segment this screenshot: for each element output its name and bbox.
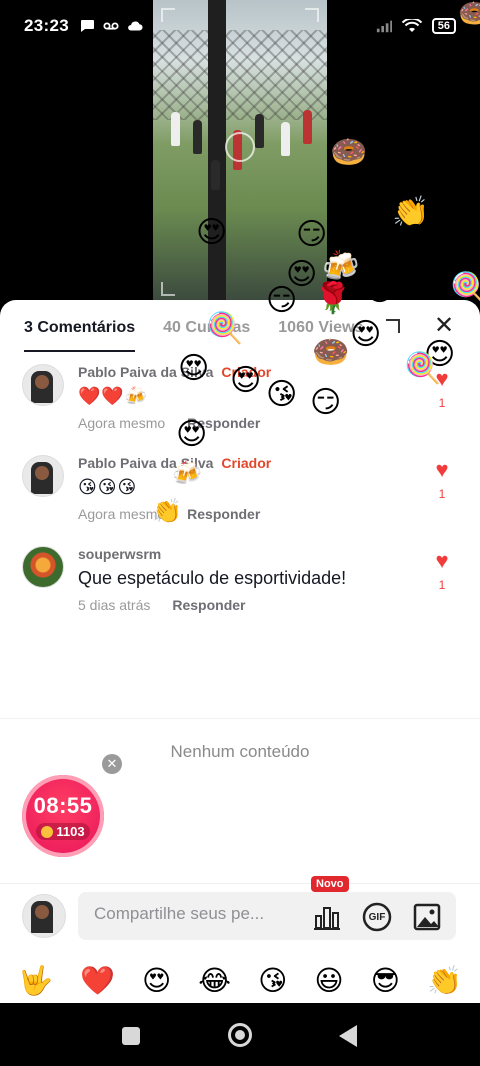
avatar[interactable]: [22, 364, 64, 406]
comment-item: Pablo Paiva da Silva Criador ❤️❤️🍻 Agora…: [22, 364, 462, 444]
emoji-option[interactable]: 👏: [427, 967, 462, 995]
heart-icon: ♥: [435, 548, 449, 573]
wifi-icon: [401, 19, 422, 32]
donut-emoji-icon: 🍩: [330, 136, 368, 169]
status-time: 23:23: [24, 16, 69, 35]
creator-badge: Criador: [221, 455, 272, 471]
voicemail-icon: [103, 22, 119, 30]
comment-input-box[interactable]: GIF: [78, 892, 456, 940]
home-button[interactable]: [228, 1023, 252, 1047]
emoji-option[interactable]: 🤟: [18, 967, 53, 995]
tab-views[interactable]: 1060 Views: [278, 300, 363, 354]
emoji-option[interactable]: 😍: [142, 967, 171, 995]
timer-close-button[interactable]: ✕: [102, 754, 122, 774]
comment-author-row: souperwsrm: [78, 546, 418, 562]
tab-comments[interactable]: 3 Comentários: [24, 300, 136, 354]
comment-meta: Agora mesmo Responder: [78, 506, 418, 522]
comment-input-bar: GIF: [0, 883, 480, 953]
like-button[interactable]: ♥ 1: [430, 366, 454, 411]
image-icon[interactable]: [412, 902, 442, 932]
screen: 23:23 56 3 Comentários 40 Curtidas 1060 …: [0, 0, 480, 1066]
like-count: 1: [438, 487, 446, 501]
avatar[interactable]: [22, 455, 64, 497]
timer-countdown: 08:55: [33, 793, 93, 818]
comment-author[interactable]: souperwsrm: [78, 546, 161, 562]
emoji-option[interactable]: 😃: [314, 967, 343, 995]
focus-ring: [225, 132, 255, 162]
comment-body: Pablo Paiva da Silva Criador ❤️❤️🍻 Agora…: [78, 364, 418, 431]
recent-apps-button[interactable]: [122, 1027, 140, 1045]
signal-icon: [376, 20, 392, 33]
comment-meta: Agora mesmo Responder: [78, 415, 418, 431]
coin-count: 1103: [56, 824, 85, 839]
expand-icon[interactable]: [386, 319, 400, 333]
gif-label: GIF: [368, 911, 386, 923]
reply-button[interactable]: Responder: [172, 597, 245, 613]
like-button[interactable]: ♥ 1: [430, 457, 454, 502]
heart-icon: ♥: [435, 457, 449, 482]
like-button[interactable]: ♥ 1: [430, 548, 454, 593]
timer-widget[interactable]: 08:55 1103: [22, 775, 104, 857]
heart-eyes-emoji-icon: 😍: [424, 170, 456, 203]
divider: [0, 718, 480, 719]
coin-icon: [41, 825, 54, 838]
status-notification-icons: [79, 19, 143, 33]
comment-input[interactable]: [94, 904, 294, 924]
heart-eyes-emoji-icon: 😍: [438, 212, 470, 245]
comment-text: 😘😘😘: [78, 477, 138, 497]
comment-meta: 5 dias atrás Responder: [78, 597, 418, 613]
status-system-icons: 56: [376, 18, 456, 34]
battery-icon: 56: [431, 18, 456, 34]
emoji-option[interactable]: 😘: [258, 967, 287, 995]
emoji-option[interactable]: ❤️: [80, 967, 115, 995]
comment-author[interactable]: Pablo Paiva da Silva: [78, 364, 213, 380]
comment-body: Pablo Paiva da Silva Criador 😘😘😘 Agora m…: [78, 455, 418, 522]
heart-icon: ♥: [435, 366, 449, 391]
comment-text: Que espetáculo de esportividade!: [78, 568, 347, 588]
comment-text: ❤️❤️🍻: [78, 386, 149, 406]
stats-icon[interactable]: [312, 902, 342, 932]
empty-state-text: Nenhum conteúdo: [170, 742, 310, 761]
heart-eyes-emoji-icon: 😍: [400, 222, 432, 255]
creator-badge: Criador: [221, 364, 272, 380]
comment-item: Pablo Paiva da Silva Criador 😘😘😘 Agora m…: [22, 455, 462, 535]
comment-time: Agora mesmo: [78, 415, 166, 431]
cloud-icon: [128, 21, 143, 31]
comments-sheet: 3 Comentários 40 Curtidas 1060 Views ✕ P…: [0, 300, 480, 1003]
comment-time: 5 dias atrás: [78, 597, 151, 613]
back-button[interactable]: [339, 1025, 357, 1047]
reply-button[interactable]: Responder: [187, 506, 260, 522]
reply-button[interactable]: Responder: [187, 415, 260, 431]
comment-item: souperwsrm Que espetáculo de esportivida…: [22, 546, 462, 626]
clap-emoji-icon: 👏: [392, 196, 430, 229]
like-count: 1: [438, 578, 446, 592]
comment-time: Agora mesmo: [78, 506, 166, 522]
like-count: 1: [438, 396, 446, 410]
avatar[interactable]: [22, 546, 64, 588]
comment-body: souperwsrm Que espetáculo de esportivida…: [78, 546, 418, 613]
gif-icon[interactable]: GIF: [362, 902, 392, 932]
current-user-avatar[interactable]: [22, 894, 66, 938]
emoji-option[interactable]: 😎: [371, 967, 400, 995]
coin-counter: 1103: [36, 823, 90, 840]
comment-author-row: Pablo Paiva da Silva Criador: [78, 364, 418, 380]
system-nav-bar: [0, 1003, 480, 1066]
close-icon[interactable]: ✕: [432, 314, 456, 338]
chat-bubble-icon: [80, 20, 94, 32]
comment-author[interactable]: Pablo Paiva da Silva: [78, 455, 213, 471]
new-badge: Novo: [311, 876, 349, 892]
comment-author-row: Pablo Paiva da Silva Criador: [78, 455, 418, 471]
quick-emoji-bar: 🤟 ❤️ 😍 😂 😘 😃 😎 👏: [0, 960, 480, 1002]
tab-likes[interactable]: 40 Curtidas: [163, 300, 250, 354]
sheet-tabs: 3 Comentários 40 Curtidas 1060 Views: [0, 300, 480, 354]
grin-emoji-icon: 😄: [388, 254, 420, 287]
emoji-option[interactable]: 😂: [198, 967, 231, 995]
status-bar: 23:23 56: [0, 0, 480, 52]
beer-emoji-icon: 🍻: [322, 250, 360, 283]
